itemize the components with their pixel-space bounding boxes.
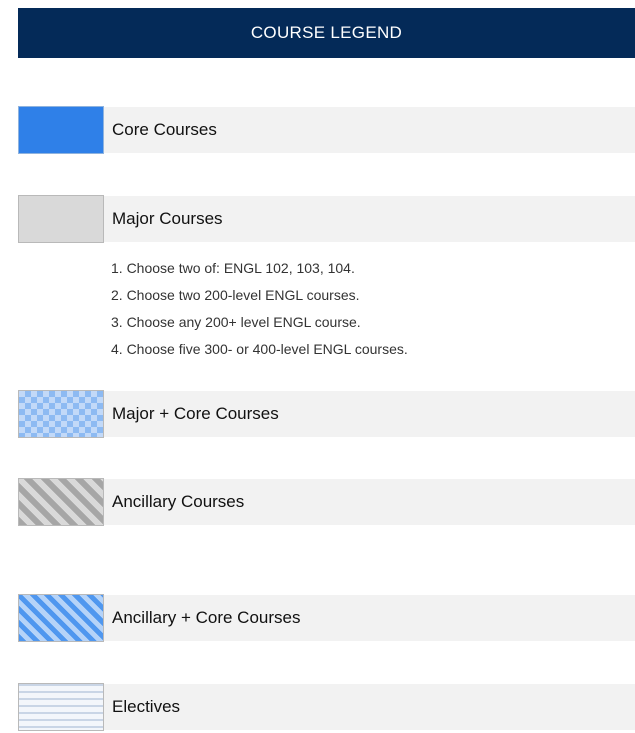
ancillary-swatch <box>18 478 104 526</box>
major-note: 2. Choose two 200-level ENGL courses. <box>111 287 360 303</box>
legend-label: Major Courses <box>112 209 223 228</box>
ancillary-core-swatch <box>18 594 104 642</box>
legend-row-ancillary: Ancillary Courses <box>18 478 635 526</box>
legend-label-bar: Major Courses <box>104 196 635 242</box>
legend-title: COURSE LEGEND <box>250 23 403 42</box>
legend-row-major-core: Major + Core Courses <box>18 390 635 438</box>
legend-label: Ancillary + Core Courses <box>112 608 301 627</box>
legend-label-bar: Ancillary + Core Courses <box>104 595 635 641</box>
electives-swatch <box>18 683 104 731</box>
major-note: 1. Choose two of: ENGL 102, 103, 104. <box>111 260 355 276</box>
legend-row-core: Core Courses <box>18 106 635 154</box>
legend-label-bar: Major + Core Courses <box>104 391 635 437</box>
major-notes-list: 1. Choose two of: ENGL 102, 103, 104. 2.… <box>111 255 408 363</box>
core-swatch <box>18 106 104 154</box>
legend-label-bar: Ancillary Courses <box>104 479 635 525</box>
major-note: 3. Choose any 200+ level ENGL course. <box>111 314 361 330</box>
legend-row-major: Major Courses <box>18 195 635 243</box>
legend-label: Major + Core Courses <box>112 404 279 423</box>
major-note: 4. Choose five 300- or 400-level ENGL co… <box>111 341 408 357</box>
legend-row-ancillary-core: Ancillary + Core Courses <box>18 594 635 642</box>
legend-header: COURSE LEGEND <box>18 8 635 58</box>
legend-label: Ancillary Courses <box>112 492 245 511</box>
legend-row-electives: Electives <box>18 683 635 731</box>
course-legend-page: COURSE LEGEND Core Courses Major Courses… <box>0 0 635 733</box>
legend-label-bar: Core Courses <box>104 107 635 153</box>
major-swatch <box>18 195 104 243</box>
legend-label-bar: Electives <box>104 684 635 730</box>
legend-label: Electives <box>112 697 181 716</box>
major-core-swatch <box>18 390 104 438</box>
legend-label: Core Courses <box>112 120 217 139</box>
